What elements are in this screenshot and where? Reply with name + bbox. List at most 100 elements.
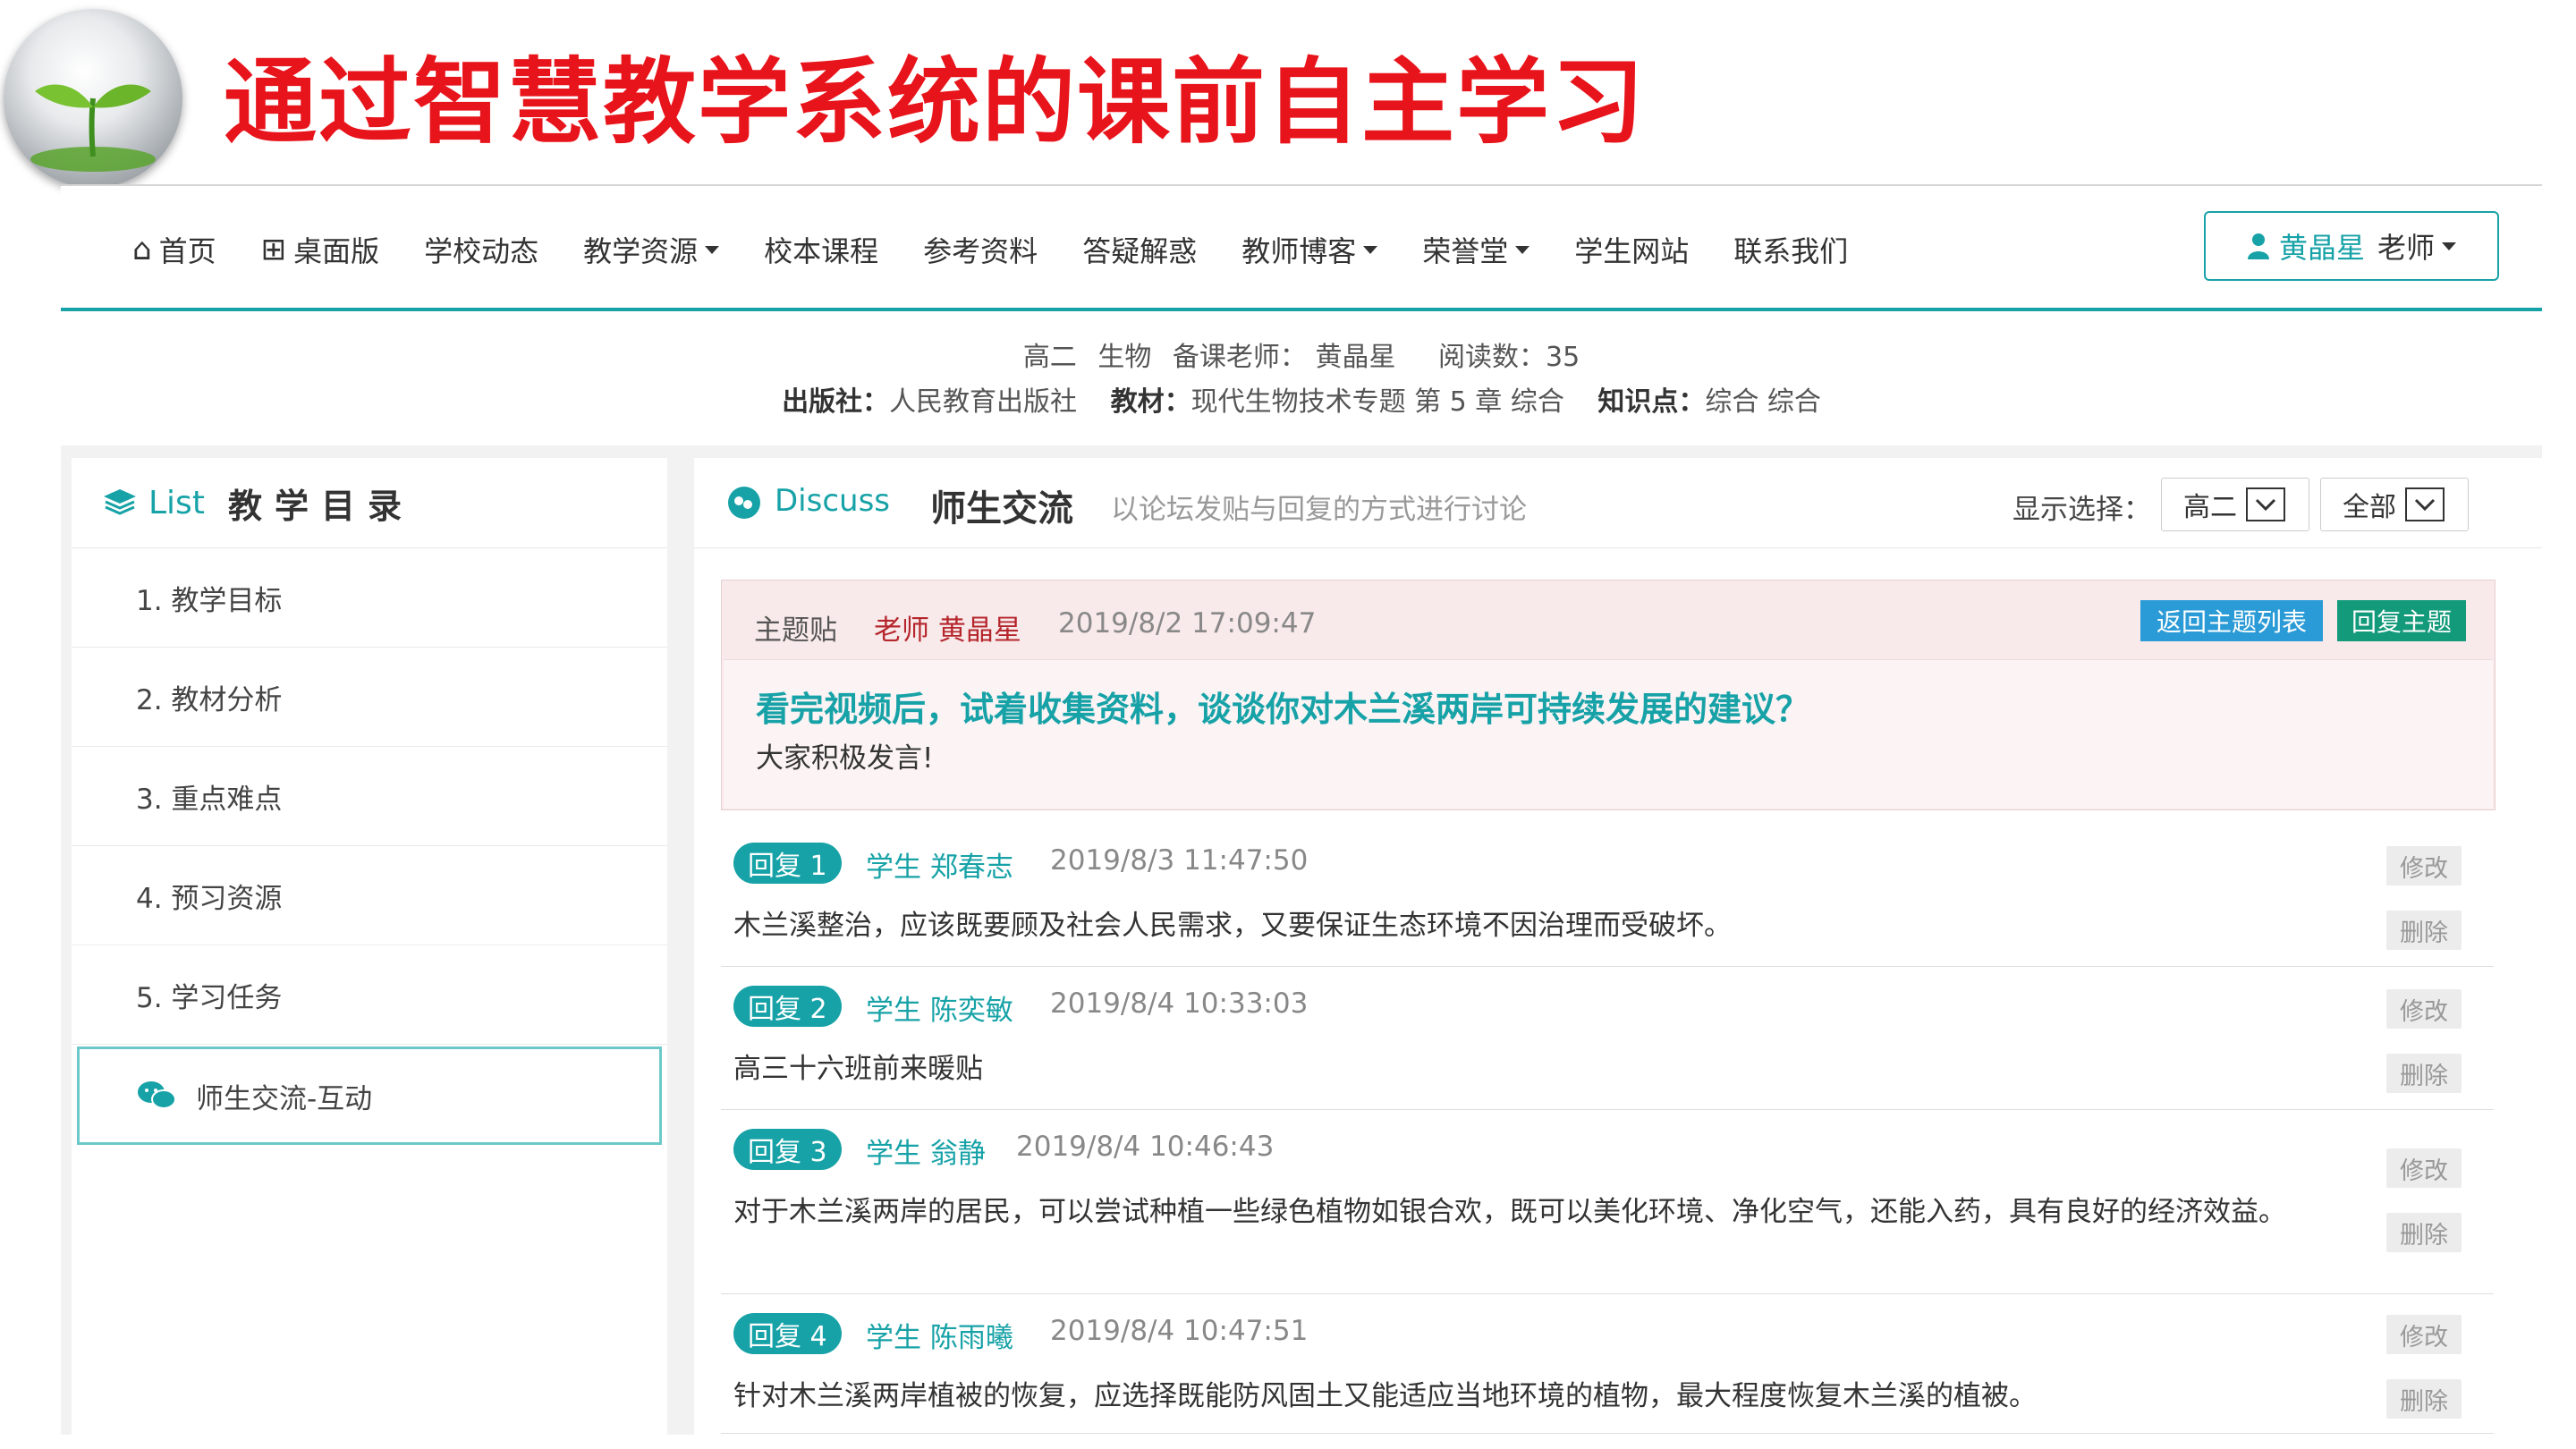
reply-author[interactable]: 学生 郑春志	[866, 844, 1013, 885]
topic-title: 看完视频后，试着收集资料，谈谈你对木兰溪两岸可持续发展的建议？	[756, 690, 1810, 729]
reply-time: 2019/8/4 10:46:43	[1016, 1131, 1275, 1163]
reply-text: 高三十六班前来暖贴	[733, 1053, 983, 1085]
nav-honor-hall[interactable]: 荣誉堂	[1422, 229, 1530, 270]
nav-desktop[interactable]: ⊞ 桌面版	[261, 229, 380, 270]
reply-author[interactable]: 学生 陈雨曦	[866, 1315, 1013, 1355]
delete-button[interactable]: 删除	[2386, 1379, 2462, 1419]
discussion-header: Discuss 师生交流 以论坛发贴与回复的方式进行讨论 显示选择： 高二 全部	[694, 458, 2542, 548]
reply-time: 2019/8/4 10:33:03	[1050, 987, 1309, 1020]
subject: 生物	[1097, 342, 1152, 373]
reply-time: 2019/8/3 11:47:50	[1050, 844, 1309, 877]
scope-select[interactable]: 全部	[2320, 478, 2469, 531]
slide-header: 通过智慧教学系统的课前自主学习	[0, 0, 2576, 188]
sidebar-item-preview[interactable]: 4. 预习资源	[72, 846, 667, 945]
nav-contact[interactable]: 联系我们	[1733, 229, 1848, 270]
nav-student-site[interactable]: 学生网站	[1574, 229, 1689, 270]
teacher-label: 备课老师：	[1172, 342, 1307, 373]
grade-select[interactable]: 高二	[2161, 478, 2309, 531]
grid-icon: ⊞	[260, 232, 287, 267]
teacher-name: 黄晶星	[1315, 342, 1396, 373]
user-role: 老师	[2377, 231, 2436, 265]
layers-icon	[104, 489, 136, 515]
edit-button[interactable]: 修改	[2386, 1148, 2462, 1188]
caret-down-icon	[1363, 245, 1378, 254]
discussion-subtitle: 以论坛发贴与回复的方式进行讨论	[1111, 494, 1527, 526]
reply-item: 回复 3 学生 翁静 2019/8/4 10:46:43 对于木兰溪两岸的居民，…	[721, 1109, 2494, 1294]
user-name: 黄晶星	[2278, 231, 2365, 265]
knowledge: 综合 综合	[1705, 386, 1821, 418]
nav-teaching-resources[interactable]: 教学资源	[583, 229, 720, 270]
slide-title: 通过智慧教学系统的课前自主学习	[224, 47, 1647, 157]
reply-text: 木兰溪整治，应该既要顾及社会人民需求，又要保证生态环境不因治理而受破坏。	[733, 910, 1732, 942]
home-icon: ⌂	[132, 232, 152, 267]
reply-author[interactable]: 学生 翁静	[866, 1131, 986, 1171]
sidebar-item-tasks[interactable]: 5. 学习任务	[72, 945, 667, 1045]
sidebar-item-key-points[interactable]: 3. 重点难点	[72, 747, 667, 846]
lesson-meta-row: 高二 生物 备课老师： 黄晶星 阅读数：35	[61, 335, 2542, 374]
catalog-sidebar: List 教学目录 1. 教学目标 2. 教材分析 3. 重点难点 4. 预习资…	[72, 458, 667, 1435]
caret-down-icon	[1515, 245, 1530, 254]
delete-button[interactable]: 删除	[2386, 1213, 2462, 1252]
nav-home[interactable]: ⌂ 首页	[132, 229, 216, 270]
sidebar-header: List 教学目录	[72, 458, 667, 548]
sidebar-title-cn: 教学目录	[227, 486, 414, 526]
reply-time: 2019/8/4 10:47:51	[1050, 1315, 1309, 1347]
reply-item: 回复 4 学生 陈雨曦 2019/8/4 10:47:51 针对木兰溪两岸植被的…	[721, 1293, 2494, 1434]
discussion-title-cn: 师生交流	[930, 488, 1073, 530]
textbook-label: 教材：	[1110, 386, 1191, 418]
lesson-detail-row: 出版社：人民教育出版社 教材：现代生物技术专题 第 5 章 综合 知识点：综合 …	[61, 379, 2542, 419]
nav-references[interactable]: 参考资料	[923, 229, 1038, 270]
sprout-logo-icon	[4, 9, 182, 188]
reply-text: 对于木兰溪两岸的居民，可以尝试种植一些绿色植物如银合欢，既可以美化环境、净化空气…	[733, 1196, 2286, 1228]
caret-down-icon	[705, 245, 720, 254]
back-to-list-button[interactable]: 返回主题列表	[2140, 600, 2323, 641]
delete-button[interactable]: 删除	[2386, 911, 2462, 950]
publisher-label: 出版社：	[782, 386, 890, 418]
reply-topic-button[interactable]: 回复主题	[2337, 600, 2466, 641]
reply-badge: 回复 3	[733, 1129, 842, 1170]
edit-button[interactable]: 修改	[2386, 846, 2462, 886]
filter-label: 显示选择：	[2012, 494, 2151, 526]
textbook: 现代生物技术专题 第 5 章 综合	[1191, 386, 1564, 418]
topic-text: 大家积极发言!	[756, 742, 934, 775]
wechat-icon	[138, 1081, 176, 1109]
sidebar-item-goals[interactable]: 1. 教学目标	[72, 548, 667, 648]
sidebar-item-discussion[interactable]: 师生交流-互动	[77, 1046, 662, 1145]
nav-menu: ⌂ 首页 ⊞ 桌面版 学校动态 教学资源 校本课程 参考资料 答疑解惑 教师博客 荣…	[132, 229, 1893, 270]
nav-school-courses[interactable]: 校本课程	[764, 229, 878, 270]
topic-author: 老师 黄晶星	[874, 614, 1021, 647]
topic-time: 2019/8/2 17:09:47	[1058, 607, 1317, 640]
reads-label: 阅读数：	[1438, 342, 1546, 373]
topic-label: 主题贴	[754, 614, 837, 647]
edit-button[interactable]: 修改	[2386, 989, 2462, 1029]
browser-screenshot: ⌂ 首页 ⊞ 桌面版 学校动态 教学资源 校本课程 参考资料 答疑解惑 教师博客 荣…	[61, 186, 2542, 1435]
topic-post: 主题贴 老师 黄晶星 2019/8/2 17:09:47 返回主题列表 回复主题…	[721, 580, 2496, 810]
chat-bubble-icon	[728, 487, 760, 519]
sidebar-item-analysis[interactable]: 2. 教材分析	[72, 648, 667, 747]
reply-item: 回复 2 学生 陈奕敏 2019/8/4 10:33:03 高三十六班前来暖贴 …	[721, 966, 2494, 1110]
delete-button[interactable]: 删除	[2386, 1054, 2462, 1093]
top-navbar: ⌂ 首页 ⊞ 桌面版 学校动态 教学资源 校本课程 参考资料 答疑解惑 教师博客 荣…	[61, 186, 2542, 311]
discussion-panel: Discuss 师生交流 以论坛发贴与回复的方式进行讨论 显示选择： 高二 全部…	[694, 458, 2542, 1435]
knowledge-label: 知识点：	[1597, 386, 1706, 418]
reply-author[interactable]: 学生 陈奕敏	[866, 987, 1013, 1028]
reply-text: 针对木兰溪两岸植被的恢复，应选择既能防风固土又能适应当地环境的植物，最大程度恢复…	[733, 1380, 2037, 1412]
nav-teacher-blog[interactable]: 教师博客	[1241, 229, 1378, 270]
grade: 高二	[1022, 342, 1077, 373]
discussion-title-en: Discuss	[775, 483, 891, 519]
reads-count: 35	[1546, 342, 1580, 373]
chevron-down-icon	[2405, 487, 2445, 521]
chevron-down-icon	[2246, 487, 2285, 521]
reply-badge: 回复 1	[733, 843, 842, 884]
reply-badge: 回复 2	[733, 986, 842, 1027]
lesson-info: 高二 生物 备课老师： 黄晶星 阅读数：35 出版社：人民教育出版社 教材：现代…	[61, 311, 2542, 445]
nav-qa[interactable]: 答疑解惑	[1082, 229, 1197, 270]
publisher: 人民教育出版社	[889, 386, 1078, 418]
sidebar-title-en: List	[148, 484, 205, 521]
user-menu-button[interactable]: 黄晶星 老师	[2204, 211, 2499, 281]
reply-badge: 回复 4	[733, 1313, 842, 1354]
nav-school-news[interactable]: 学校动态	[424, 229, 538, 270]
user-icon	[2247, 233, 2269, 259]
topic-body: 看完视频后，试着收集资料，谈谈你对木兰溪两岸可持续发展的建议？ 大家积极发言!	[724, 659, 2493, 809]
edit-button[interactable]: 修改	[2386, 1315, 2462, 1354]
